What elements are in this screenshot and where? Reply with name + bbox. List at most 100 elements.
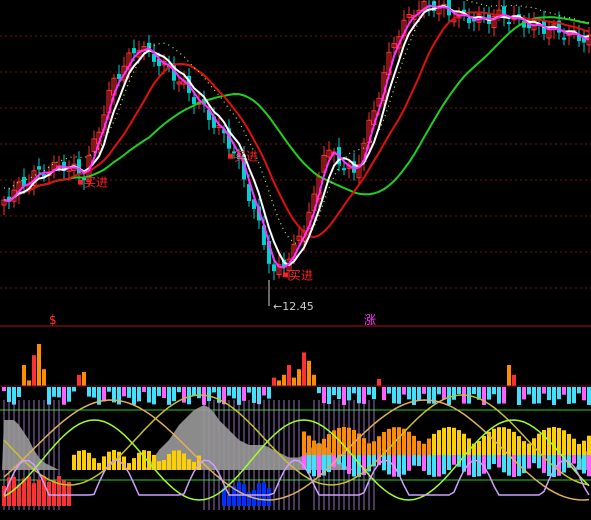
histogram-bar-down — [267, 387, 271, 399]
buy-signal-label: 买进 — [234, 150, 258, 164]
stacked-bar-upper — [522, 441, 526, 455]
candle-body — [37, 166, 41, 170]
candle-body — [117, 73, 121, 79]
histogram-bar-down — [472, 387, 476, 395]
stacked-bar-upper — [177, 450, 181, 470]
stacked-bar-upper — [182, 453, 186, 470]
stacked-bar-upper — [142, 450, 146, 470]
histogram-bar-down — [367, 387, 371, 395]
stacked-bar-upper — [302, 431, 306, 455]
panel-marker-label: 涨 — [364, 312, 376, 327]
stacked-bar-upper — [172, 450, 176, 470]
stacked-bar-upper — [312, 440, 316, 455]
stacked-bar-lower — [477, 455, 481, 477]
stacked-bar-upper — [517, 436, 521, 455]
stacked-bar-upper — [477, 440, 481, 455]
histogram-bar-down — [137, 387, 141, 402]
histogram-bar-down — [87, 387, 91, 397]
histogram-bar-down — [117, 387, 121, 405]
stacked-bar-upper — [167, 454, 171, 470]
histogram-bar-down — [332, 387, 336, 396]
stacked-bar-upper — [367, 443, 371, 455]
bottom-bar-red — [17, 484, 21, 506]
stacked-bar-upper — [92, 458, 96, 470]
stacked-bar-lower — [312, 455, 316, 477]
histogram-bar-down — [422, 387, 426, 394]
histogram-bar-down — [577, 387, 581, 394]
histogram-bar-down — [127, 387, 131, 398]
histogram-bar-down — [487, 387, 491, 400]
histogram-bar-down — [372, 387, 376, 400]
stacked-bar-upper — [437, 430, 441, 455]
stacked-bar-lower — [437, 455, 441, 477]
histogram-bar-up — [307, 360, 311, 386]
histogram-bar-up — [507, 365, 511, 386]
histogram-bar-down — [92, 387, 96, 398]
stacked-bar-upper — [127, 463, 131, 470]
histogram-bar-down — [557, 387, 561, 400]
low-price-label: ←12.45 — [273, 300, 314, 313]
histogram-bar-up — [287, 365, 291, 386]
candle-body — [507, 22, 511, 25]
stacked-bar-upper — [562, 430, 566, 455]
histogram-bar-down — [587, 387, 591, 405]
stacked-bar-lower — [497, 455, 501, 468]
stacked-bar-upper — [187, 459, 191, 470]
histogram-bar-down — [232, 387, 236, 399]
histogram-bar-down — [387, 387, 391, 394]
stacked-bar-upper — [417, 440, 421, 455]
bottom-bar-blue — [227, 494, 231, 506]
histogram-bar-down — [582, 387, 586, 401]
histogram-bar-down — [532, 387, 536, 404]
stacked-bar-upper — [157, 461, 161, 470]
stacked-bar-lower — [472, 455, 476, 477]
histogram-bar-down — [147, 387, 151, 403]
stacked-bar-upper — [362, 438, 366, 455]
stacked-bar-lower — [502, 455, 506, 473]
histogram-bar-up — [27, 380, 31, 386]
stacked-bar-upper — [372, 441, 376, 455]
histogram-bar-down — [417, 387, 421, 400]
stacked-bar-upper — [427, 438, 431, 455]
stacked-bar-lower — [422, 455, 426, 472]
histogram-bar-down — [502, 387, 506, 404]
histogram-bar-down — [552, 387, 556, 405]
stacked-bar-lower — [382, 455, 386, 471]
stacked-bar-lower — [452, 455, 456, 465]
histogram-bar-up — [292, 377, 296, 386]
stacked-bar-upper — [552, 427, 556, 455]
histogram-bar-down — [122, 387, 126, 397]
stacked-bar-upper — [322, 438, 326, 455]
stacked-bar-upper — [137, 452, 141, 470]
stacked-bar-lower — [442, 455, 446, 475]
histogram-bar-down — [337, 387, 341, 400]
stacked-bar-upper — [377, 436, 381, 455]
stacked-bar-lower — [427, 455, 431, 475]
histogram-bar-down — [397, 387, 401, 404]
stacked-bar-upper — [102, 456, 106, 470]
histogram-bar-down — [167, 387, 171, 405]
histogram-bar-down — [382, 387, 386, 401]
histogram-bar-up — [312, 374, 316, 386]
candle-body — [272, 264, 276, 272]
histogram-bar-down — [247, 387, 251, 393]
buy-signal-marker — [228, 153, 233, 159]
stacked-bar-upper — [482, 435, 486, 455]
histogram-bar-up — [32, 355, 36, 386]
stacked-bar-lower — [402, 455, 406, 475]
stacked-bar-upper — [587, 435, 591, 455]
histogram-bar-down — [102, 387, 106, 402]
histogram-bar-down — [542, 387, 546, 394]
histogram-bar-down — [2, 387, 6, 391]
histogram-bar-down — [162, 387, 166, 399]
histogram-bar-down — [192, 387, 196, 396]
stacked-bar-upper — [82, 450, 86, 470]
histogram-bar-down — [317, 387, 321, 394]
stacked-bar-upper — [72, 454, 76, 470]
stacked-bar-upper — [162, 459, 166, 470]
bottom-bar-red — [57, 476, 61, 506]
histogram-bar-down — [182, 387, 186, 403]
stacked-bar-lower — [547, 455, 551, 476]
histogram-bar-down — [527, 387, 531, 395]
stacked-bar-lower — [537, 455, 541, 469]
